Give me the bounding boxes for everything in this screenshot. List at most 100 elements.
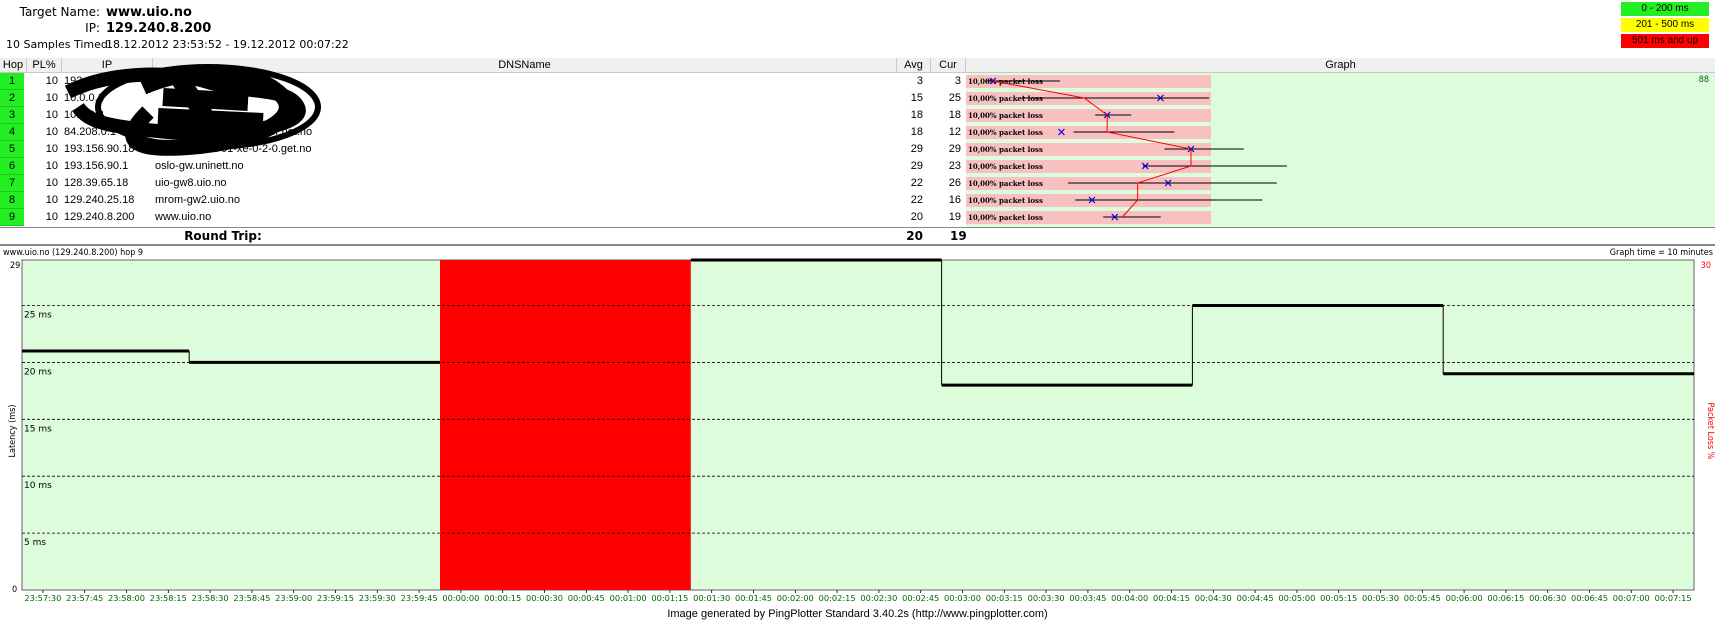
hop-cur: 19 <box>948 211 961 223</box>
x-tick-label: 23:58:00 <box>108 594 145 603</box>
x-tick-label: 23:57:30 <box>24 594 61 603</box>
x-tick-label: 00:01:30 <box>693 594 730 603</box>
x-tick-label: 00:03:30 <box>1028 594 1065 603</box>
hop-cur: 23 <box>948 160 961 172</box>
hop-dnsname: www.uio.no <box>155 211 212 223</box>
hop-number: 5 <box>0 141 24 158</box>
round-trip-row: Round Trip: 20 19 <box>0 227 1715 244</box>
y-tick-label: 15 ms <box>24 424 52 434</box>
y-tick-label: 25 ms <box>24 311 52 321</box>
column-header-graph[interactable]: Graph <box>966 58 1715 73</box>
x-tick-label: 00:07:15 <box>1655 594 1692 603</box>
x-tick-label: 00:00:15 <box>484 594 521 603</box>
x-tick-label: 00:04:15 <box>1153 594 1190 603</box>
x-tick-label: 00:04:30 <box>1195 594 1232 603</box>
hop-number: 9 <box>0 209 24 226</box>
round-trip-avg: 20 <box>906 229 923 243</box>
target-name-label: Target Name: <box>19 5 100 19</box>
x-tick-label: 23:58:30 <box>192 594 229 603</box>
latency-graph: www.uio.no (129.240.8.200) hop 9 Graph t… <box>0 244 1715 621</box>
hop-row[interactable]: 8 10 129.240.25.18 mrom-gw2.uio.no 22 16 <box>0 192 1715 209</box>
samples-label: 10 Samples Timed: <box>6 38 112 51</box>
y-tick-label: 10 ms <box>24 481 52 491</box>
hop-avg: 15 <box>910 92 923 104</box>
x-tick-label: 23:58:15 <box>150 594 187 603</box>
hop-avg: 3 <box>916 75 923 87</box>
x-tick-label: 00:05:30 <box>1362 594 1399 603</box>
x-tick-label: 00:04:00 <box>1111 594 1148 603</box>
y-tick-label: 5 ms <box>24 538 46 548</box>
hop-avg: 22 <box>910 177 923 189</box>
legend-item: 501 ms and up <box>1621 34 1709 48</box>
x-tick-label: 23:59:15 <box>317 594 354 603</box>
hop-number: 3 <box>0 107 24 124</box>
x-tick-label: 00:03:15 <box>986 594 1023 603</box>
hop-cur: 26 <box>948 177 961 189</box>
hop-number: 1 <box>0 73 24 90</box>
hop-cur: 25 <box>948 92 961 104</box>
x-tick-label: 00:04:45 <box>1237 594 1274 603</box>
x-tick-label: 00:00:30 <box>526 594 563 603</box>
latency-graph-svg[interactable]: 25 ms 20 ms 15 ms 10 ms 5 ms 23:57:30 23:57:45… <box>0 246 1715 607</box>
hop-pl: 10 <box>45 177 58 189</box>
hop-pl: 10 <box>45 211 58 223</box>
x-tick-label: 00:01:15 <box>651 594 688 603</box>
x-tick-label: 00:06:00 <box>1446 594 1483 603</box>
x-tick-label: 00:00:45 <box>568 594 605 603</box>
legend-item: 0 - 200 ms <box>1621 2 1709 16</box>
x-tick-label: 23:57:45 <box>66 594 103 603</box>
round-trip-cur: 19 <box>950 229 967 243</box>
x-tick-label: 00:01:45 <box>735 594 772 603</box>
hop-avg: 18 <box>910 126 923 138</box>
redaction-scribble <box>48 62 323 162</box>
round-trip-label: Round Trip: <box>184 229 262 243</box>
packet-loss-region <box>440 260 691 590</box>
x-tick-label: 00:05:00 <box>1278 594 1315 603</box>
x-tick-label: 00:03:00 <box>944 594 981 603</box>
x-tick-label: 00:07:00 <box>1613 594 1650 603</box>
hop-number: 6 <box>0 158 24 175</box>
x-tick-label: 00:06:30 <box>1529 594 1566 603</box>
x-tick-label: 00:01:00 <box>610 594 647 603</box>
footer-credit: Image generated by PingPlotter Standard … <box>667 608 1048 620</box>
x-tick-label: 00:06:45 <box>1571 594 1608 603</box>
hop-table: Hop PL% IP DNSName Avg Cur Graph 10,00% … <box>0 58 1715 244</box>
x-tick-label: 00:06:15 <box>1487 594 1524 603</box>
hop-ip: 128.39.65.18 <box>64 177 129 189</box>
target-name-value: www.uio.no <box>106 5 192 20</box>
hop-cur: 29 <box>948 143 961 155</box>
x-tick-label: 00:05:15 <box>1320 594 1357 603</box>
column-header-cur[interactable]: Cur <box>931 58 966 73</box>
x-tick-label: 23:59:00 <box>275 594 312 603</box>
x-tick-label: 00:05:45 <box>1404 594 1441 603</box>
x-tick-label: 00:02:00 <box>777 594 814 603</box>
report-header: Target Name: www.uio.no IP: 129.240.8.200 … <box>0 0 1715 58</box>
hop-avg: 20 <box>910 211 923 223</box>
x-tick-label: 00:03:45 <box>1069 594 1106 603</box>
column-header-hop[interactable]: Hop <box>0 58 27 73</box>
hop-number: 7 <box>0 175 24 192</box>
hop-cur: 16 <box>948 194 961 206</box>
hop-number: 2 <box>0 90 24 107</box>
ip-label: IP: <box>85 21 100 35</box>
target-name-row: Target Name: www.uio.no <box>10 5 192 20</box>
x-tick-label: 00:00:00 <box>442 594 479 603</box>
x-tick-label: 23:58:45 <box>233 594 270 603</box>
hop-dnsname: uio-gw8.uio.no <box>155 177 227 189</box>
hop-avg: 29 <box>910 143 923 155</box>
hop-cur: 12 <box>948 126 961 138</box>
hop-cur: 3 <box>954 75 961 87</box>
hop-cur: 18 <box>948 109 961 121</box>
hop-row[interactable]: 9 10 129.240.8.200 www.uio.no 20 19 <box>0 209 1715 226</box>
hop-row[interactable]: 7 10 128.39.65.18 uio-gw8.uio.no 22 26 <box>0 175 1715 192</box>
ip-value: 129.240.8.200 <box>106 21 212 36</box>
hop-ip: 129.240.25.18 <box>64 194 135 206</box>
legend-item: 201 - 500 ms <box>1621 18 1709 32</box>
hop-pl: 10 <box>45 194 58 206</box>
column-header-avg[interactable]: Avg <box>897 58 931 73</box>
hop-avg: 18 <box>910 109 923 121</box>
x-tick-label: 00:02:30 <box>860 594 897 603</box>
hop-ip: 129.240.8.200 <box>64 211 135 223</box>
y-tick-label: 20 ms <box>24 367 52 377</box>
hop-number: 4 <box>0 124 24 141</box>
